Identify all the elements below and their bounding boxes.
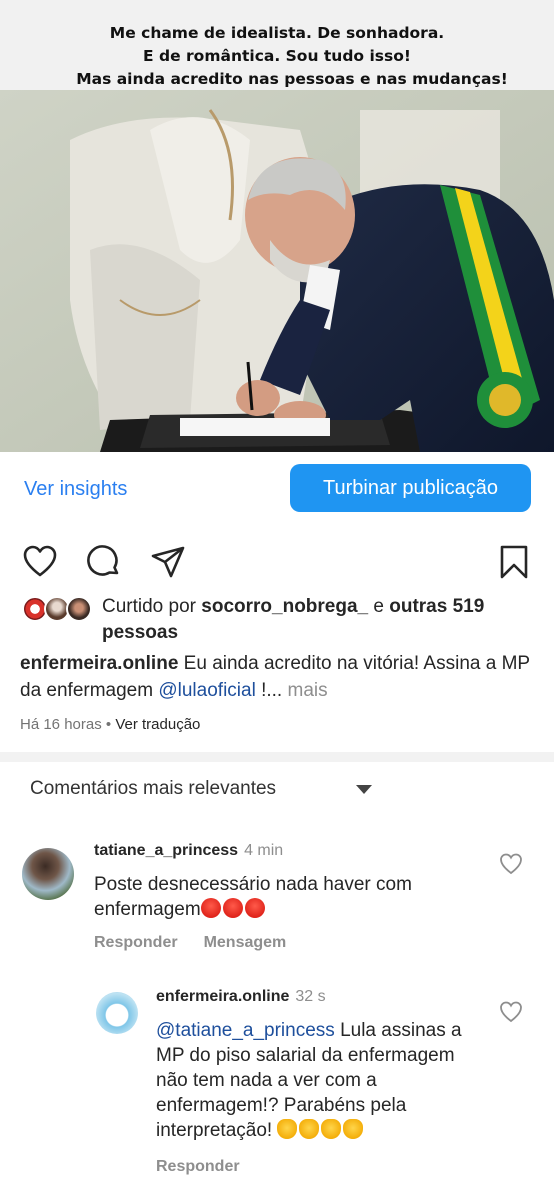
meta-separator: • <box>105 716 112 733</box>
post-meta: Há 16 horas • Ver tradução <box>20 716 200 733</box>
share-icon[interactable] <box>150 544 186 580</box>
chevron-down-icon <box>356 785 372 794</box>
section-divider <box>0 752 554 762</box>
view-insights-link[interactable]: Ver insights <box>24 478 127 501</box>
likes-text: Curtido por socorro_nobrega_ e outras 51… <box>102 594 542 646</box>
likes-connector: e <box>373 596 384 617</box>
image-caption-line: Me chame de idealista. De sonhadora. <box>109 24 445 42</box>
comment-icon[interactable] <box>86 544 122 580</box>
caption-mention[interactable]: @lulaoficial <box>158 680 255 701</box>
clapping-hands-icon <box>343 1119 364 1139</box>
caption-username[interactable]: enfermeira.online <box>20 653 178 674</box>
clapping-hands-icon <box>277 1119 298 1139</box>
comment-reply-item: enfermeira.online 32 s @tatiane_a_princes… <box>0 984 554 1184</box>
like-comment-heart-icon[interactable] <box>499 852 523 876</box>
comment-time: 32 s <box>295 988 326 1005</box>
comment-username-text: enfermeira.online <box>156 988 290 1005</box>
post-caption: enfermeira.online Eu ainda acredito na v… <box>20 650 540 704</box>
caption-more-link[interactable]: mais <box>288 680 328 701</box>
comment-time: 4 min <box>244 842 284 859</box>
avatar <box>66 596 92 622</box>
comment-username-text: tatiane_a_princess <box>94 842 239 859</box>
reply-button[interactable]: Responder <box>94 934 178 951</box>
comment-text: @tatiane_a_princess Lula assinas a MP do… <box>156 1018 486 1143</box>
image-caption-banner: Me chame de idealista. De sonhadora. E d… <box>0 0 554 90</box>
likes-prefix: Curtido por <box>102 596 196 617</box>
avatar[interactable] <box>22 848 74 900</box>
angry-face-icon <box>200 898 221 918</box>
post-action-bar <box>0 540 554 580</box>
liker-avatars <box>22 596 94 622</box>
post-image[interactable]: Me chame de idealista. De sonhadora. E d… <box>0 0 554 452</box>
comment-item: tatiane_a_princess 4 min Poste desnecessá… <box>0 836 554 956</box>
comment-actions: Responder Mensagem <box>94 934 312 952</box>
reply-button[interactable]: Responder <box>156 1158 240 1175</box>
bookmark-icon[interactable] <box>496 544 532 580</box>
caption-suffix: !... <box>261 680 283 701</box>
image-caption-line: Mas ainda acredito nas pessoas e nas mud… <box>76 70 508 88</box>
comment-mention[interactable]: @tatiane_a_princess <box>156 1020 335 1041</box>
comments-sort-dropdown[interactable]: Comentários mais relevantes <box>30 778 530 802</box>
boost-post-button[interactable]: Turbinar publicação <box>290 464 531 512</box>
comment-actions: Responder <box>156 1158 266 1176</box>
heart-icon[interactable] <box>22 544 58 580</box>
avatar[interactable] <box>96 992 138 1034</box>
see-translation-link[interactable]: Ver tradução <box>115 716 200 733</box>
message-button[interactable]: Mensagem <box>204 934 287 951</box>
liker-username[interactable]: socorro_nobrega_ <box>201 596 368 617</box>
comments-sort-label: Comentários mais relevantes <box>30 778 277 799</box>
angry-face-icon <box>244 898 265 918</box>
comment-username[interactable]: tatiane_a_princess 4 min <box>94 842 283 860</box>
comment-username[interactable]: enfermeira.online 32 s <box>156 988 326 1006</box>
angry-face-icon <box>222 898 243 918</box>
clapping-hands-icon <box>321 1119 342 1139</box>
comment-text: Poste desnecessário nada haver com enfer… <box>94 872 484 922</box>
image-caption-line: E de romântica. Sou tudo isso! <box>143 47 411 65</box>
post-time: Há 16 horas <box>20 716 102 733</box>
like-comment-heart-icon[interactable] <box>499 1000 523 1024</box>
clapping-hands-icon <box>299 1119 320 1139</box>
